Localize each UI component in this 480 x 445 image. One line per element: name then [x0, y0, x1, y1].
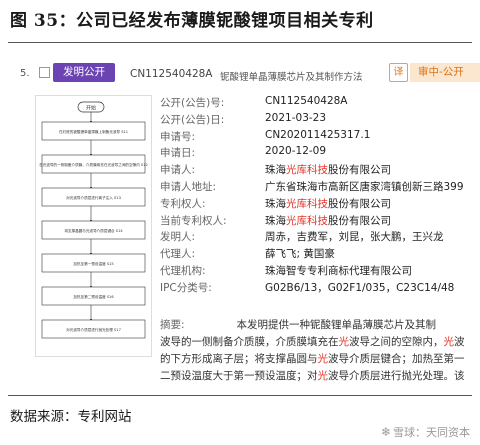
field-value: CN202011425317.1 — [265, 128, 371, 141]
field-label: 申请人: — [160, 164, 196, 177]
top-divider — [8, 42, 472, 43]
field-label: 当前专利权人: — [160, 214, 227, 227]
field-label: 公开(公告)日: — [160, 113, 225, 126]
patent-title-link[interactable]: 铌酸锂单晶薄膜芯片及其制作方法 — [220, 69, 363, 83]
abstract-line-4: 二预设温度大于第一预设温度；对光波导介质层进行抛光处理。该 — [160, 370, 465, 382]
flowchart-step-label: 对光波导介质层进行离子注入 S13 — [66, 195, 121, 200]
flowchart-step-label: 加热至第二预设温度 S16 — [73, 294, 114, 299]
abstract-line-3: 的下方形成离子层；将支撑晶圆与光波导介质层键合；加热至第一 — [160, 353, 465, 365]
field-value: 珠海光库科技股份有限公司 — [265, 164, 391, 177]
figure-title: 图 35：公司已经发布薄膜铌酸锂项目相关专利 — [10, 11, 374, 31]
translate-button[interactable]: 译 — [389, 63, 408, 82]
watermark-text: 雪球：天同资本 — [393, 426, 470, 439]
flowchart-step-label: 对光波导介质层进行抛光处理 S17 — [66, 327, 121, 332]
watermark: ❄ 雪球：天同资本 — [381, 424, 470, 440]
field-value: 珠海智专专利商标代理有限公司 — [265, 265, 412, 277]
field-value: CN112540428A — [265, 95, 348, 107]
select-checkbox[interactable] — [39, 67, 50, 78]
snowball-logo-icon: ❄ — [380, 425, 391, 439]
flowchart-drawing: 开始 在衬底的铌酸锂单晶薄膜上制备光波导 S11 在光波导的一侧制备介质膜，介质膜… — [39, 101, 148, 339]
flowchart-step-label: 在衬底的铌酸锂单晶薄膜上制备光波导 S11 — [59, 129, 128, 134]
legal-status-badge: 审中-公开 — [410, 63, 480, 82]
field-label: 申请人地址: — [160, 181, 217, 193]
field-value: 2021-03-23 — [265, 111, 327, 124]
field-value: G02B6/13，G02F1/035，C23C14/48 — [265, 281, 455, 294]
field-label: 代理人: — [160, 248, 196, 261]
field-value: 珠海光库科技股份有限公司 — [265, 214, 391, 227]
patent-type-badge: 发明公开 — [53, 63, 115, 82]
field-label: IPC分类号: — [160, 281, 212, 294]
abstract-label: 摘要: — [160, 319, 185, 331]
field-label: 代理机构: — [160, 265, 206, 277]
flowchart-step-label: 加热至第一预设温度 S15 — [73, 261, 113, 266]
abstract-line-2: 波导的一侧制备介质膜，介质膜填充在光波导之间的空隙内，光波 — [160, 336, 465, 348]
field-label: 公开(公告)号: — [160, 97, 225, 109]
field-value: 珠海光库科技股份有限公司 — [265, 197, 391, 210]
flowchart-step-label: 在光波导的一侧制备介质膜，介质膜填充在光波导之间的空隙内 S12 — [39, 162, 148, 167]
field-label: 申请日: — [160, 147, 196, 160]
publication-number-link[interactable]: CN112540428A — [130, 68, 213, 80]
field-value: 广东省珠海市高新区唐家湾镇创新三路399 — [265, 181, 464, 193]
field-label: 发明人: — [160, 231, 196, 244]
result-index: 5. — [20, 68, 30, 79]
field-value: 薛飞飞; 黄国豪 — [265, 248, 335, 261]
figure-source: 数据来源：专利网站 — [10, 409, 132, 425]
field-value: 周赤，吉费军，刘昆，张大鹏，王兴龙 — [265, 231, 444, 244]
patent-drawing-thumbnail[interactable]: 开始 在衬底的铌酸锂单晶薄膜上制备光波导 S11 在光波导的一侧制备介质膜，介质膜… — [35, 95, 152, 357]
field-value: 2020-12-09 — [265, 145, 327, 158]
flowchart-start-label: 开始 — [86, 105, 96, 112]
field-label: 申请号: — [160, 130, 196, 143]
flowchart-step-label: 将支撑晶圆与光波导介质层键合 S14 — [64, 228, 123, 233]
bottom-divider — [8, 395, 472, 396]
field-label: 专利权人: — [160, 197, 206, 210]
abstract-line-1: 摘要: 本发明提供一种铌酸锂单晶薄膜芯片及其制 — [160, 319, 437, 331]
